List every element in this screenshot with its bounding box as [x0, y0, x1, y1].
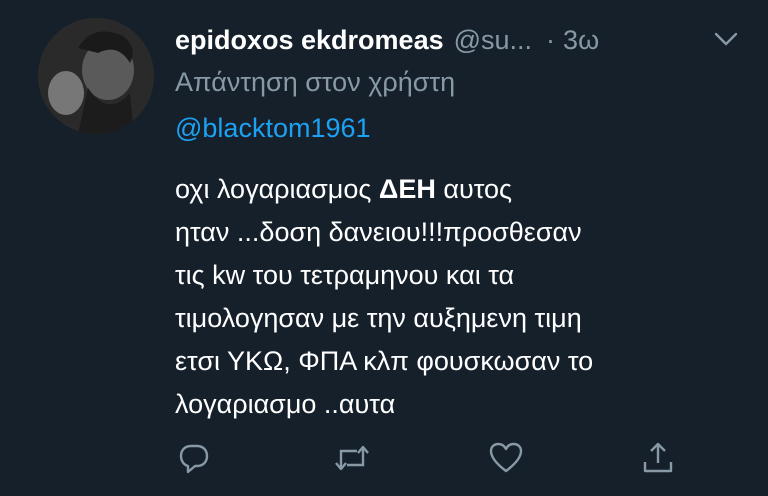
display-name[interactable]: epidoxos ekdromeas — [175, 25, 444, 56]
tweet-text-line: ηταν ...δοση δανειου!!!προσθεσαν — [175, 217, 582, 247]
tweet-text-line: τιμολογησαν με την αυξημενη τιμη — [175, 303, 582, 333]
tweet-time[interactable]: 3ω — [563, 25, 599, 56]
reply-mention-link[interactable]: @blacktom1961 — [175, 113, 371, 144]
user-handle[interactable]: @su... — [454, 25, 532, 56]
tweet-text-segment: οχι λογαριασμος — [175, 174, 379, 204]
tweet-text-segment: αυτος — [435, 174, 513, 204]
tweet-text-line: λογαριασμο ..αυτα — [175, 389, 396, 419]
chevron-down-icon[interactable] — [713, 28, 739, 55]
tweet-text-line: τις kw του τετραμηνου και τα — [175, 260, 515, 290]
separator-dot: · — [546, 24, 556, 55]
tweet-text-line: ετσι ΥΚΩ, ΦΠΑ κλπ φουσκωσαν το — [175, 346, 594, 376]
reply-context-label: Απάντηση στον χρήστη — [175, 67, 456, 97]
heart-icon[interactable] — [486, 438, 526, 478]
tweet-text: οχι λογαριασμος ΔΕΗ αυτος ηταν ...δοση δ… — [175, 168, 735, 426]
tweet-text-line: οχι λογαριασμος ΔΕΗ αυτος — [175, 168, 735, 211]
avatar-image — [38, 18, 154, 134]
avatar[interactable] — [38, 18, 154, 134]
tweet-text-bold: ΔΕΗ — [378, 174, 436, 204]
tweet-actions — [0, 438, 768, 488]
tweet-header: epidoxos ekdromeas @su... · 3ω — [175, 20, 745, 60]
reply-icon[interactable] — [174, 438, 214, 478]
share-icon[interactable] — [638, 438, 678, 478]
retweet-icon[interactable] — [332, 438, 372, 478]
